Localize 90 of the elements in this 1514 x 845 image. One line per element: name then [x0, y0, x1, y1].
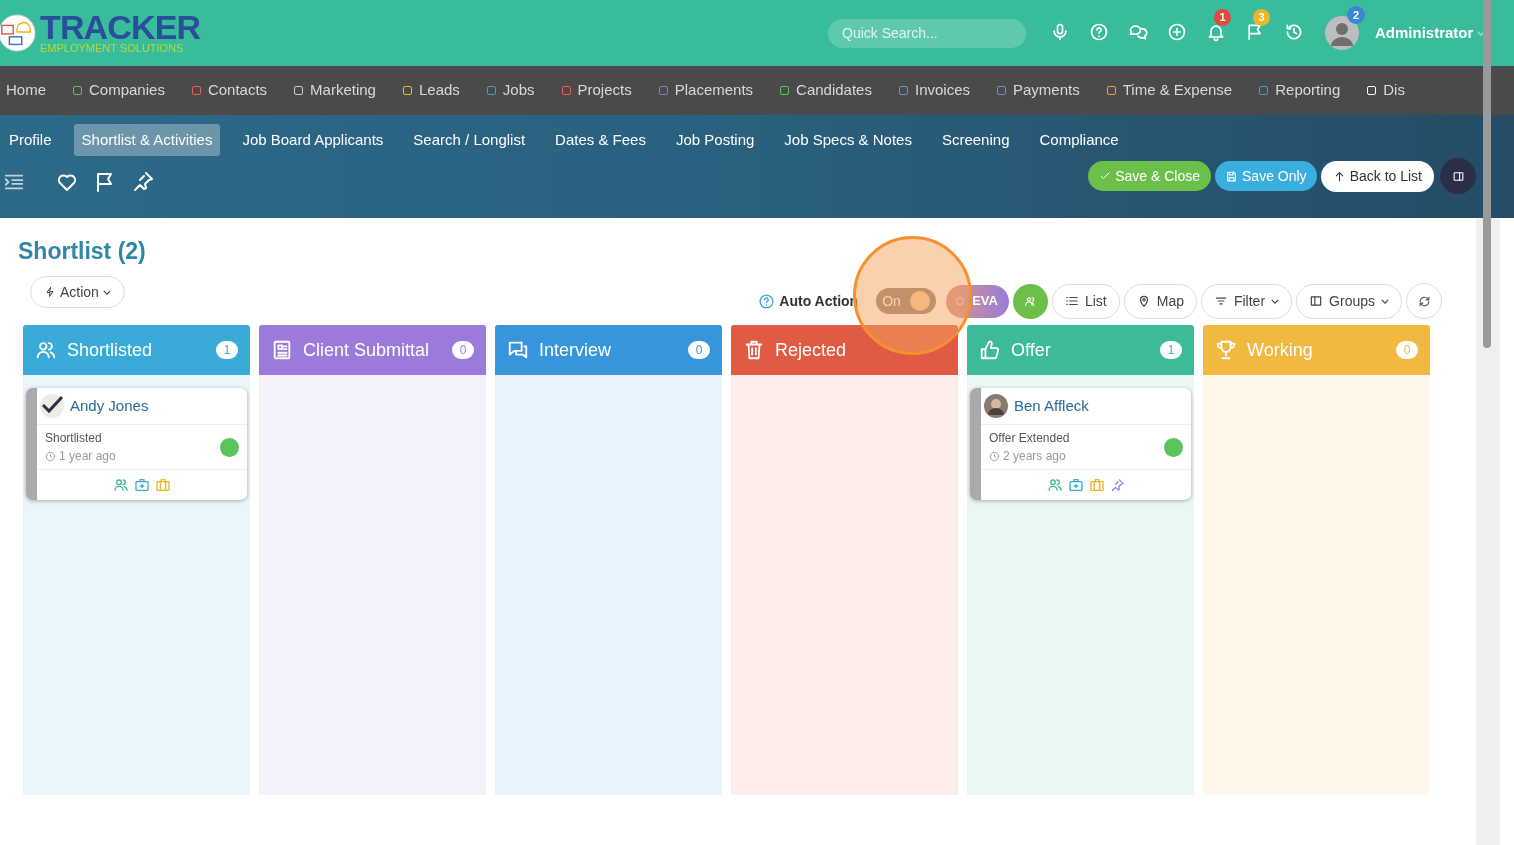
- refresh-icon: [1417, 294, 1431, 308]
- caret-icon: [1271, 298, 1280, 304]
- back-button[interactable]: Back to List: [1320, 160, 1434, 192]
- plus-icon: [1167, 22, 1187, 42]
- nav-link[interactable]: Home: [6, 79, 46, 102]
- candidate-name[interactable]: Ben Affleck: [1014, 394, 1089, 418]
- count-badge: 0: [452, 341, 474, 359]
- medical-bag-icon: [1068, 477, 1084, 493]
- nav-link[interactable]: Candidates: [796, 79, 872, 102]
- people-icon: [35, 339, 57, 361]
- filter-icon: [1213, 294, 1228, 308]
- nav-link[interactable]: Marketing: [310, 79, 376, 102]
- column-title: Working: [1247, 338, 1314, 362]
- trash-icon: [743, 339, 765, 361]
- count-badge: 3: [1253, 9, 1270, 26]
- count-badge: 0: [1396, 341, 1418, 359]
- nav-link[interactable]: Reporting: [1275, 79, 1341, 102]
- chat-icon: [507, 339, 529, 361]
- nav-link[interactable]: Invoices: [914, 79, 970, 102]
- card-status: Shortlisted: [45, 430, 103, 447]
- clock-icon: [989, 450, 1000, 462]
- document-icon: [271, 339, 293, 361]
- people-icon: [113, 477, 129, 493]
- briefcase-icon: [155, 477, 171, 493]
- nav-link[interactable]: Dis: [1383, 79, 1405, 102]
- count-badge: 1: [1160, 341, 1182, 359]
- people-icon: [1023, 294, 1037, 308]
- tab[interactable]: Profile: [1, 124, 60, 156]
- medical-bag-icon: [134, 477, 150, 493]
- avatar-icon: [984, 394, 1008, 418]
- column-title: Rejected: [775, 338, 848, 362]
- microphone-icon: [1050, 22, 1070, 42]
- bell-icon: [1206, 22, 1226, 42]
- columns-icon: [1309, 294, 1324, 308]
- pin-icon: [131, 170, 155, 194]
- people-icon: [1047, 477, 1063, 493]
- nav-link[interactable]: Time & Expense: [1122, 79, 1233, 102]
- trophy-icon: [1215, 339, 1237, 361]
- logo-icon: [0, 14, 36, 52]
- logo-title: TRACKER: [40, 12, 201, 42]
- nav-link[interactable]: Payments: [1013, 79, 1080, 102]
- history-icon: [1284, 22, 1304, 42]
- sidebar-icon: [1451, 169, 1465, 183]
- tab[interactable]: Job Specs & Notes: [776, 124, 920, 156]
- list-icon: [1064, 294, 1079, 308]
- column-title: Offer: [1011, 338, 1052, 362]
- nav-link[interactable]: Jobs: [502, 79, 535, 102]
- page-title: Shortlist (2): [18, 237, 147, 266]
- tab[interactable]: Search / Longlist: [405, 124, 534, 156]
- caret-icon: [1477, 30, 1486, 36]
- caret-icon: [102, 289, 111, 295]
- column-title: Shortlisted: [67, 338, 154, 362]
- nav-link[interactable]: Placements: [674, 79, 754, 102]
- briefcase-icon: [1089, 477, 1105, 493]
- tab[interactable]: Compliance: [1031, 124, 1127, 156]
- nav-link[interactable]: Projects: [577, 79, 632, 102]
- card-time: 2 years ago: [1003, 448, 1066, 465]
- count-badge: 0: [688, 341, 710, 359]
- save-icon: [1225, 169, 1239, 183]
- tab[interactable]: Screening: [933, 124, 1018, 156]
- logo-subtitle: EMPLOYMENT SOLUTIONS: [40, 42, 185, 54]
- card-time: 1 year ago: [59, 448, 116, 465]
- nav-link[interactable]: Companies: [89, 79, 165, 102]
- tab[interactable]: Job Board Applicants: [234, 124, 392, 156]
- tab[interactable]: Shortlist & Activities: [73, 124, 221, 156]
- thumbs-up-icon: [979, 339, 1001, 361]
- candidate-card[interactable]: Ben Affleck Offer Extended 2 years ago: [970, 388, 1191, 500]
- panel-button[interactable]: [1440, 158, 1476, 194]
- column-title: Interview: [539, 338, 613, 362]
- check-icon: [1099, 170, 1112, 182]
- candidate-card[interactable]: Andy Jones Shortlisted 1 year ago: [26, 388, 247, 500]
- column-title: Client Submittal: [303, 338, 431, 362]
- help-icon: [758, 292, 776, 310]
- candidate-name[interactable]: Andy Jones: [70, 394, 149, 418]
- count-badge: 1: [1214, 9, 1231, 26]
- help-icon: [1089, 22, 1109, 42]
- nav-link[interactable]: Contacts: [207, 79, 268, 102]
- count-badge: 2: [1347, 6, 1365, 24]
- checkmark-avatar-icon: [40, 394, 64, 418]
- count-badge: 1: [216, 341, 238, 359]
- people-button[interactable]: [1012, 283, 1048, 319]
- caret-icon: [1381, 298, 1389, 304]
- card-status: Offer Extended: [989, 430, 1071, 447]
- clock-icon: [45, 450, 56, 462]
- tab[interactable]: Dates & Fees: [547, 124, 654, 156]
- lightning-icon: [44, 286, 56, 298]
- chat-icon: [1128, 22, 1148, 42]
- tab[interactable]: Job Posting: [667, 124, 763, 156]
- nav-link[interactable]: Leads: [418, 79, 460, 102]
- scrollbar-thumb[interactable]: [1483, 0, 1491, 348]
